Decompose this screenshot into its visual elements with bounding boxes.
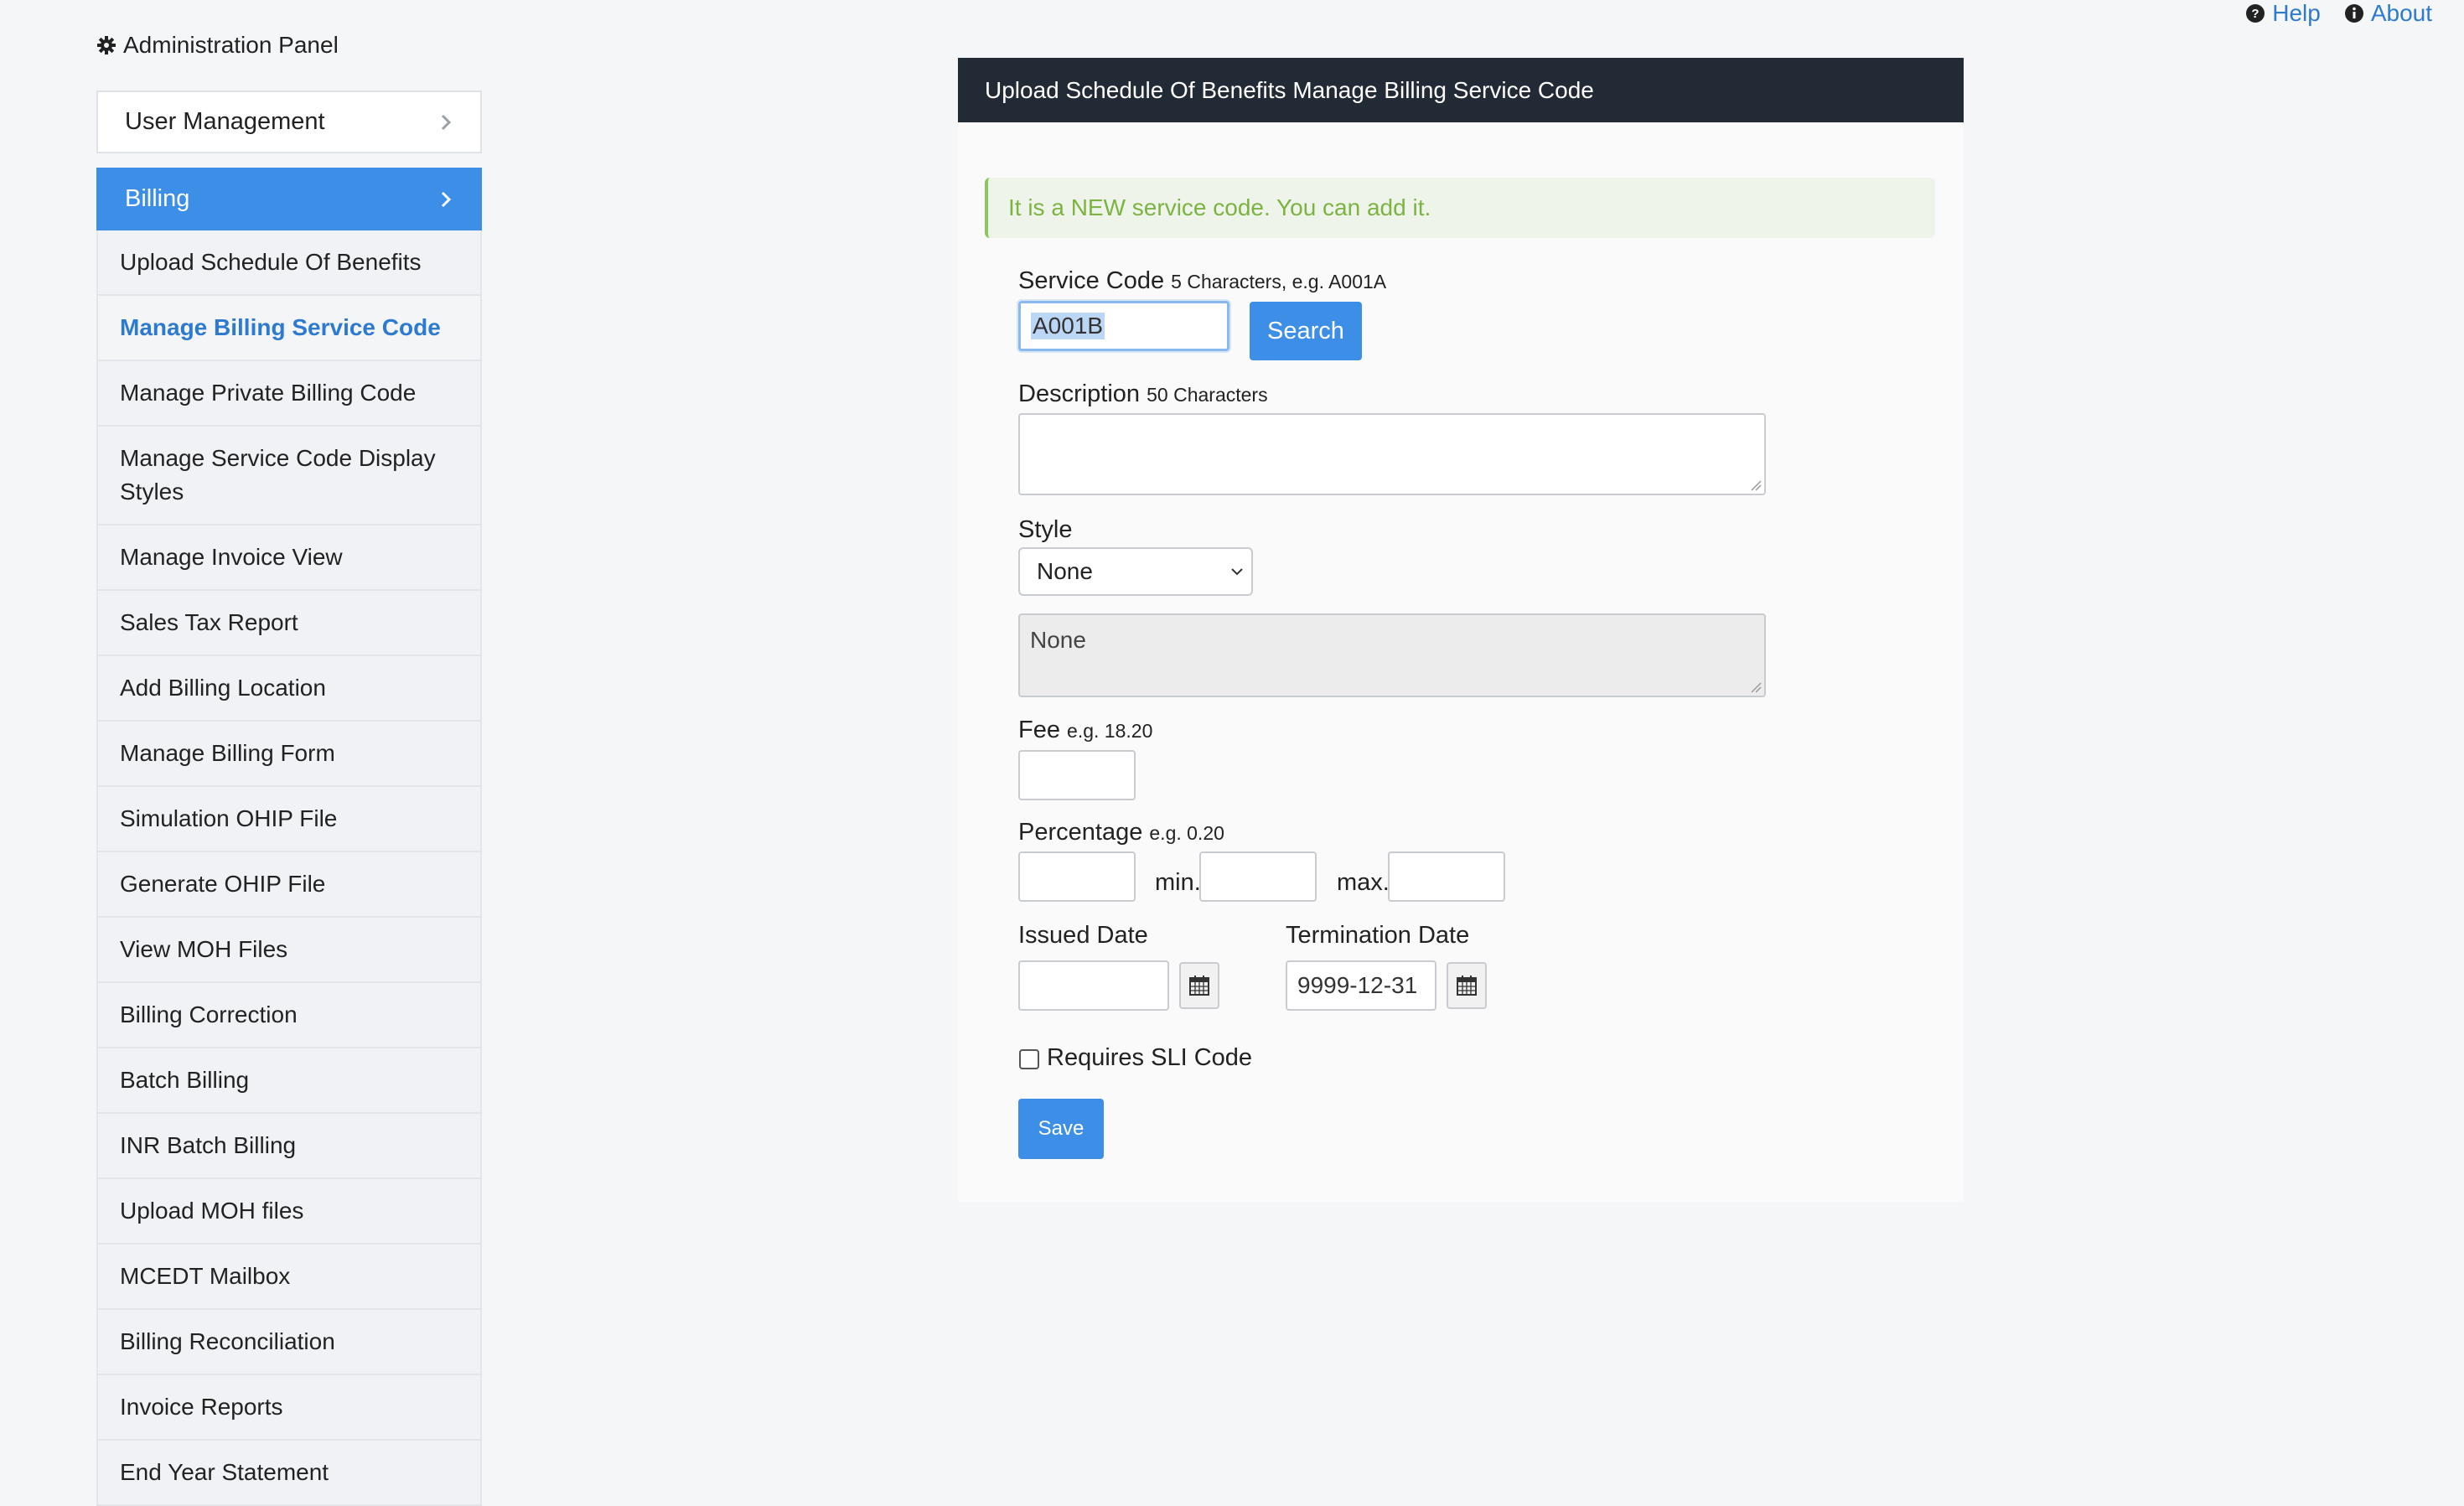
sidebar-item-upload-schedule[interactable]: Upload Schedule Of Benefits: [96, 230, 482, 296]
resize-grip-icon: [1751, 480, 1762, 491]
sidebar-item-sales-tax-report[interactable]: Sales Tax Report: [96, 591, 482, 656]
percentage-hint: e.g. 0.20: [1149, 822, 1224, 844]
service-code-input[interactable]: A001B: [1018, 301, 1229, 351]
fee-input[interactable]: [1018, 750, 1136, 800]
percentage-input[interactable]: [1018, 851, 1136, 902]
style-preview-textarea: None: [1018, 613, 1766, 697]
about-link[interactable]: About: [2344, 0, 2432, 27]
style-selected-value: None: [1037, 558, 1093, 584]
admin-panel-title: Administration Panel: [96, 32, 339, 59]
issued-date-input[interactable]: [1018, 960, 1169, 1011]
percentage-min-input[interactable]: [1199, 851, 1317, 902]
sidebar-item-manage-billing-form[interactable]: Manage Billing Form: [96, 722, 482, 787]
min-label: min.: [1155, 869, 1201, 896]
description-textarea[interactable]: [1018, 413, 1766, 495]
issued-date-calendar-button[interactable]: [1179, 962, 1219, 1009]
panel-header: Upload Schedule Of Benefits Manage Billi…: [958, 58, 1964, 122]
alert-text: It is a NEW service code. You can add it…: [1008, 194, 1431, 220]
new-code-alert: It is a NEW service code. You can add it…: [985, 178, 1935, 238]
info-circle-icon: [2344, 4, 2363, 23]
sidebar-item-manage-billing-service-code[interactable]: Manage Billing Service Code: [96, 296, 482, 361]
fee-label-text: Fee: [1018, 717, 1060, 743]
panel-title: Upload Schedule Of Benefits Manage Billi…: [985, 76, 1594, 103]
resize-grip-icon: [1751, 682, 1762, 693]
sidebar-item-add-billing-location[interactable]: Add Billing Location: [96, 656, 482, 722]
sidebar-item-simulation-ohip-file[interactable]: Simulation OHIP File: [96, 787, 482, 852]
percentage-label-text: Percentage: [1018, 819, 1143, 846]
percentage-label: Percentage e.g. 0.20: [1018, 819, 1224, 846]
service-code-label: Service Code 5 Characters, e.g. A001A: [1018, 267, 1386, 295]
admin-title-label: Administration Panel: [123, 32, 339, 58]
sidebar-item-mcedt-mailbox[interactable]: MCEDT Mailbox: [96, 1245, 482, 1310]
requires-sli-label: Requires SLI Code: [1047, 1044, 1253, 1071]
service-code-hint: 5 Characters, e.g. A001A: [1171, 271, 1387, 292]
sidebar-item-inr-batch-billing[interactable]: INR Batch Billing: [96, 1114, 482, 1179]
sidebar-item-billing-correction[interactable]: Billing Correction: [96, 983, 482, 1048]
fee-hint: e.g. 18.20: [1067, 720, 1153, 742]
sidebar-item-billing-reconciliation[interactable]: Billing Reconciliation: [96, 1310, 482, 1375]
question-circle-icon: ?: [2246, 4, 2265, 23]
termination-date-value: 9999-12-31: [1297, 972, 1418, 998]
style-select[interactable]: None: [1018, 547, 1253, 596]
sidebar-item-view-moh-files[interactable]: View MOH Files: [96, 918, 482, 983]
calendar-icon: [1457, 976, 1477, 996]
svg-text:?: ?: [2252, 7, 2260, 21]
service-code-label-text: Service Code: [1018, 267, 1165, 294]
termination-date-input[interactable]: 9999-12-31: [1286, 960, 1436, 1011]
main-panel: Upload Schedule Of Benefits Manage Billi…: [958, 58, 1964, 1203]
style-preview-text: None: [1030, 627, 1086, 653]
termination-date-label: Termination Date: [1286, 922, 1470, 949]
description-label-text: Description: [1018, 380, 1141, 407]
sidebar-billing-label: Billing: [125, 185, 190, 212]
help-label: Help: [2272, 0, 2321, 26]
about-label: About: [2370, 0, 2432, 26]
sidebar-item-generate-ohip-file[interactable]: Generate OHIP File: [96, 852, 482, 918]
termination-date-calendar-button[interactable]: [1447, 962, 1487, 1009]
chevron-right-icon: [441, 191, 452, 207]
sidebar: User Management Billing Upload Schedule …: [96, 91, 482, 1506]
search-button[interactable]: Search: [1250, 302, 1362, 360]
sidebar-item-manage-invoice-view[interactable]: Manage Invoice View: [96, 525, 482, 591]
sidebar-item-upload-moh-files[interactable]: Upload MOH files: [96, 1179, 482, 1245]
max-label: max.: [1337, 869, 1390, 896]
style-label: Style: [1018, 516, 1073, 543]
sidebar-item-manage-private-billing-code[interactable]: Manage Private Billing Code: [96, 361, 482, 427]
sidebar-item-batch-billing[interactable]: Batch Billing: [96, 1048, 482, 1114]
help-link[interactable]: ? Help: [2245, 0, 2321, 27]
sidebar-user-management-label: User Management: [125, 108, 325, 135]
requires-sli-checkbox[interactable]: [1019, 1049, 1039, 1069]
description-label: Description 50 Characters: [1018, 380, 1268, 408]
sidebar-item-invoice-reports[interactable]: Invoice Reports: [96, 1375, 482, 1441]
fee-label: Fee e.g. 18.20: [1018, 717, 1152, 744]
sidebar-user-management[interactable]: User Management: [96, 91, 482, 153]
top-links: ? Help About: [2245, 0, 2432, 27]
save-button[interactable]: Save: [1018, 1099, 1104, 1159]
percentage-max-input[interactable]: [1388, 851, 1505, 902]
sidebar-item-manage-display-styles[interactable]: Manage Service Code Display Styles: [96, 427, 482, 525]
chevron-down-icon: [1231, 568, 1243, 576]
service-code-value: A001B: [1031, 313, 1105, 339]
sidebar-item-end-year-statement[interactable]: End Year Statement: [96, 1441, 482, 1506]
description-hint: 50 Characters: [1147, 384, 1268, 406]
sidebar-billing[interactable]: Billing: [96, 168, 482, 230]
gear-icon: [97, 36, 116, 54]
calendar-icon: [1189, 976, 1209, 996]
issued-date-label: Issued Date: [1018, 922, 1148, 949]
chevron-right-icon: [441, 114, 452, 130]
